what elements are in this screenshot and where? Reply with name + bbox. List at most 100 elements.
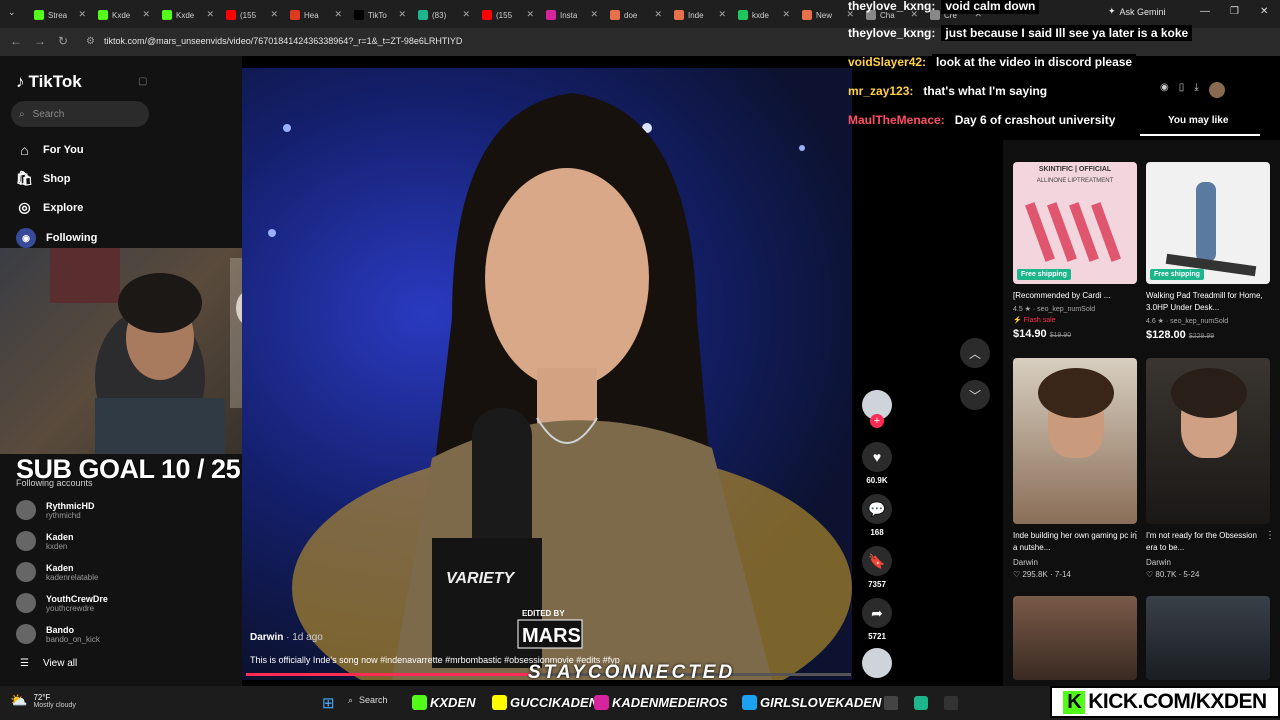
- ask-gemini-button[interactable]: ✦ Ask Gemini: [1108, 6, 1166, 17]
- like-button[interactable]: ♥ 60.9K: [862, 442, 892, 485]
- maximize-icon[interactable]: ❐: [1230, 6, 1239, 17]
- tab-close-icon[interactable]: ✕: [718, 9, 726, 20]
- coins-icon[interactable]: ◉: [1160, 82, 1169, 98]
- product-card[interactable]: Free shipping Walking Pad Treadmill for …: [1146, 162, 1270, 341]
- chat-username: voidSlayer42:: [848, 55, 927, 69]
- save-button[interactable]: 🔖 7357: [862, 546, 892, 589]
- music-disc-button[interactable]: [862, 648, 892, 678]
- follow-plus-icon[interactable]: +: [870, 414, 884, 428]
- account-name: RythmicHD: [46, 500, 95, 511]
- chat-text: void calm down: [941, 0, 1040, 14]
- video-thumbnail: [1146, 358, 1270, 524]
- previous-video-button[interactable]: ︿: [960, 338, 990, 368]
- view-all-link[interactable]: ☰ View all: [20, 658, 77, 669]
- weather-widget[interactable]: ⛅ 72°F Mostly cloudy: [10, 692, 76, 709]
- tab-list-chevron-icon[interactable]: ⌄: [8, 7, 16, 18]
- more-options-icon[interactable]: ⋮: [1265, 530, 1275, 541]
- device-icon[interactable]: ▯: [1179, 82, 1185, 98]
- tiktok-logo[interactable]: ♪ TikTok: [16, 72, 82, 92]
- tab-close-icon[interactable]: ✕: [334, 9, 342, 20]
- tab-label: Kxde: [112, 10, 131, 20]
- browser-tab[interactable]: Insta ✕: [540, 4, 602, 26]
- browser-tab[interactable]: TikTo ✕: [348, 4, 410, 26]
- download-icon[interactable]: ⤓: [1194, 82, 1198, 98]
- browser-tab[interactable]: (155 ✕: [220, 4, 282, 26]
- video-card[interactable]: [1146, 596, 1270, 680]
- app-icon[interactable]: [944, 696, 958, 710]
- video-thumbnail: [1146, 596, 1270, 680]
- flash-sale-label: ⚡ Flash sale: [1013, 317, 1056, 324]
- chat-text: look at the video in discord please: [932, 54, 1137, 70]
- music-disc-icon: [862, 648, 892, 678]
- profile-avatar[interactable]: [1208, 82, 1225, 98]
- minimize-icon[interactable]: —: [1200, 6, 1210, 17]
- tab-close-icon[interactable]: ✕: [270, 9, 278, 20]
- site-info-icon[interactable]: ⚙: [86, 36, 95, 47]
- following-account[interactable]: YouthCrewDre youthcrewdre: [16, 593, 108, 613]
- product-title: [Recommended by Cardi ...: [1013, 291, 1111, 300]
- social-handle: GUCCIKADEN: [492, 695, 598, 710]
- following-account[interactable]: Kaden kadenrelatable: [16, 562, 98, 582]
- social-label: KXDEN: [430, 695, 476, 710]
- app-icon[interactable]: [914, 696, 928, 710]
- app-icon[interactable]: [884, 696, 898, 710]
- browser-tab[interactable]: Kxde ✕: [156, 4, 218, 26]
- browser-tab[interactable]: Inde ✕: [668, 4, 730, 26]
- tab-close-icon[interactable]: ✕: [142, 9, 150, 20]
- tab-favicon-icon: [290, 10, 300, 20]
- back-icon[interactable]: ←: [10, 34, 22, 48]
- product-image: SKINTIFIC | OFFICIAL ALLINONE LIPTREATME…: [1013, 162, 1137, 284]
- social-icon: [492, 695, 507, 710]
- next-video-button[interactable]: ﹀: [960, 380, 990, 410]
- nav-explore[interactable]: ◎ Explore: [16, 199, 83, 216]
- following-account[interactable]: RythmicHD rythmichd: [16, 500, 95, 520]
- tab-close-icon[interactable]: ✕: [78, 9, 86, 20]
- reload-icon[interactable]: ↻: [58, 34, 68, 48]
- creator-avatar-button[interactable]: +: [862, 390, 892, 428]
- free-shipping-badge: Free shipping: [1150, 269, 1204, 280]
- browser-tab[interactable]: doe ✕: [604, 4, 666, 26]
- comment-button[interactable]: 💬 168: [862, 494, 892, 537]
- more-options-icon[interactable]: ⋮: [1131, 530, 1141, 541]
- forward-icon[interactable]: →: [34, 34, 46, 48]
- taskbar-search[interactable]: ⌕ Search: [348, 695, 388, 706]
- product-rating: 4.6 ★ · seo_kep_numSold: [1146, 318, 1229, 325]
- browser-tab[interactable]: Kxde ✕: [92, 4, 154, 26]
- video-author[interactable]: Darwin · 1d ago: [250, 632, 323, 643]
- nav-following[interactable]: ◉ Following: [16, 228, 97, 248]
- product-card[interactable]: SKINTIFIC | OFFICIAL ALLINONE LIPTREATME…: [1013, 162, 1137, 340]
- browser-tab[interactable]: (155 ✕: [476, 4, 538, 26]
- video-card[interactable]: Inde building her own gaming pc in a nut…: [1013, 358, 1137, 579]
- nav-shop[interactable]: 🛍 Shop: [16, 170, 71, 187]
- video-card[interactable]: I'm not ready for the Obsession era to b…: [1146, 358, 1270, 579]
- following-account[interactable]: Kaden kxden: [16, 531, 74, 551]
- browser-tab[interactable]: kxde ✕: [732, 4, 794, 26]
- tab-favicon-icon: [34, 10, 44, 20]
- collapse-sidebar-icon[interactable]: ▢: [138, 76, 147, 87]
- tab-close-icon[interactable]: ✕: [654, 9, 662, 20]
- video-card[interactable]: [1013, 596, 1137, 680]
- browser-tab[interactable]: (83) ✕: [412, 4, 474, 26]
- windows-start-icon[interactable]: ⊞: [322, 694, 335, 712]
- tab-close-icon[interactable]: ✕: [462, 9, 470, 20]
- product-image: Free shipping: [1146, 162, 1270, 284]
- close-window-icon[interactable]: ✕: [1260, 6, 1268, 17]
- you-may-like-tab[interactable]: You may like: [1168, 115, 1228, 126]
- tab-close-icon[interactable]: ✕: [398, 9, 406, 20]
- comment-icon: 💬: [862, 494, 892, 524]
- tab-close-icon[interactable]: ✕: [526, 9, 534, 20]
- browser-tab[interactable]: Strea ✕: [28, 4, 90, 26]
- share-button[interactable]: ➦ 5721: [862, 598, 892, 641]
- tab-underline: [1140, 134, 1260, 136]
- video-player[interactable]: VARIETY EDITED BY MARS: [242, 68, 852, 680]
- chat-username: theylove_kxng:: [848, 0, 936, 13]
- nav-for-you[interactable]: ⌂ For You: [16, 141, 83, 158]
- search-input[interactable]: ⌕ Search: [11, 101, 149, 127]
- browser-tab[interactable]: Hea ✕: [284, 4, 346, 26]
- tab-close-icon[interactable]: ✕: [590, 9, 598, 20]
- tab-close-icon[interactable]: ✕: [782, 9, 790, 20]
- url-field[interactable]: tiktok.com/@mars_unseenvids/video/767018…: [104, 36, 462, 46]
- following-account[interactable]: Bando bando_on_kick: [16, 624, 100, 644]
- tiktok-note-icon: ♪: [16, 72, 25, 91]
- tab-close-icon[interactable]: ✕: [206, 9, 214, 20]
